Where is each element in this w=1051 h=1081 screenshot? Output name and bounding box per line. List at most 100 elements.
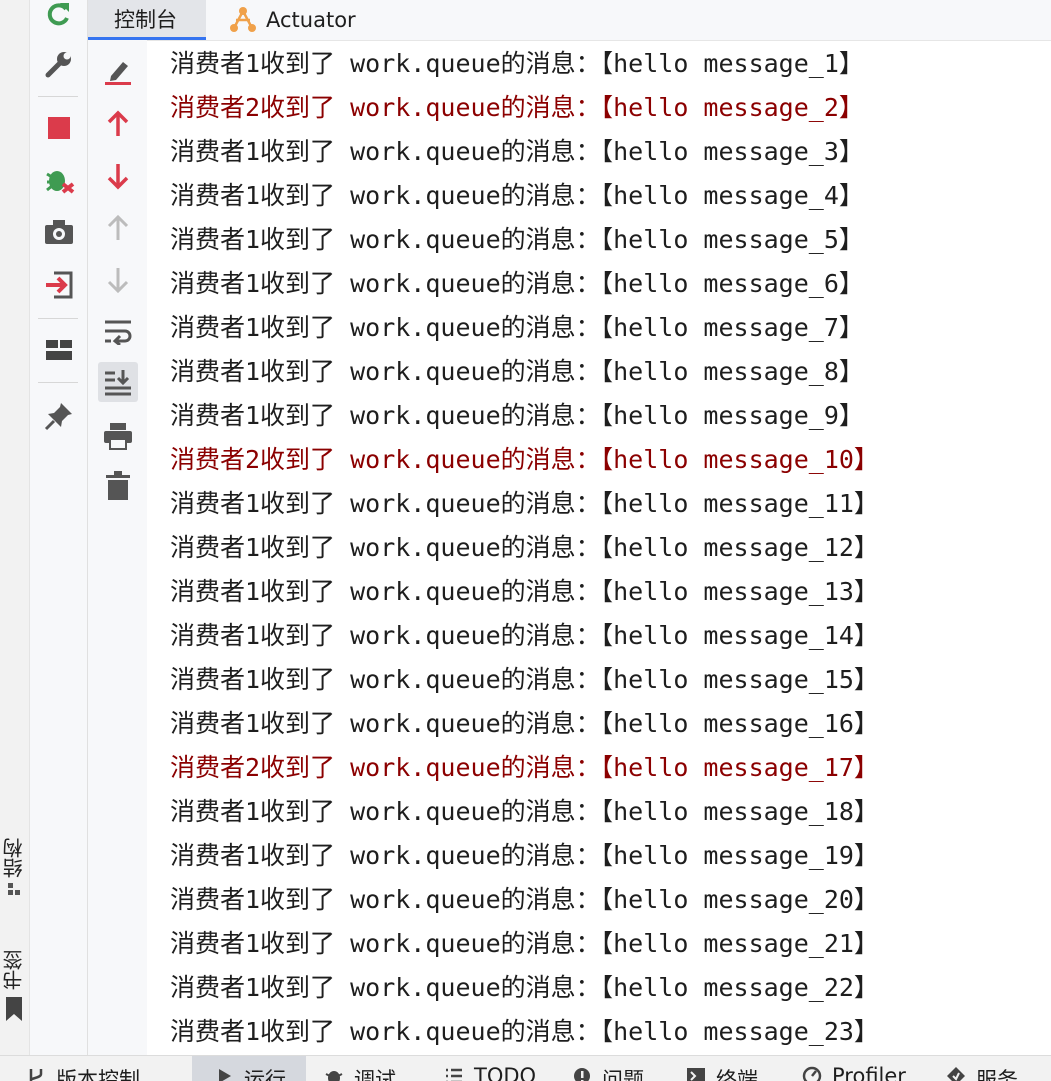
up-stack-button (98, 208, 138, 248)
console-line: 消费者2收到了 work.queue的消息：【hello message_10】 (170, 445, 879, 474)
down-arrow-disabled-icon (107, 268, 128, 294)
console-line: 消费者1收到了 work.queue的消息：【hello message_21】 (170, 929, 879, 958)
console-line: 消费者1收到了 work.queue的消息：【hello message_15】 (170, 665, 879, 694)
bottom-tab[interactable]: 运行 (192, 1056, 306, 1081)
console-line: 消费者1收到了 work.queue的消息：【hello message_19】 (170, 841, 879, 870)
terminal-icon (687, 1068, 705, 1081)
next-occurrence-button[interactable] (98, 156, 138, 196)
stop-icon (47, 117, 70, 139)
console-toolbar (88, 40, 147, 1055)
console-line: 消费者2收到了 work.queue的消息：【hello message_2】 (170, 93, 864, 122)
console-line: 消费者1收到了 work.queue的消息：【hello message_7】 (170, 313, 864, 342)
bottom-tab[interactable]: Profiler (796, 1056, 930, 1081)
clear-all-button[interactable] (98, 466, 138, 506)
toolbar-divider (38, 382, 78, 383)
down-stack-button (98, 260, 138, 300)
bottom-tab-label: 问题 (602, 1068, 644, 1081)
console-line: 消费者1收到了 work.queue的消息：【hello message_16】 (170, 709, 879, 738)
console-line: 消费者1收到了 work.queue的消息：【hello message_1】 (170, 49, 864, 78)
console-line: 消费者1收到了 work.queue的消息：【hello message_20】 (170, 885, 879, 914)
layout-icon (45, 340, 72, 360)
run-icon (219, 1069, 231, 1081)
trash-icon (105, 471, 130, 500)
stop-button[interactable] (39, 108, 79, 148)
bottom-tab-label: 调试 (354, 1068, 396, 1081)
bottom-tab[interactable]: 调试 (318, 1056, 428, 1081)
clear-edit-icon (104, 62, 131, 85)
toolbar-divider (38, 96, 78, 97)
print-icon (103, 423, 132, 450)
console-line: 消费者1收到了 work.queue的消息：【hello message_8】 (170, 357, 864, 386)
bookmarks-tab[interactable]: 书签 (0, 950, 28, 1022)
toolbar-divider (38, 318, 78, 319)
bottom-tab[interactable]: TODO (438, 1056, 556, 1081)
tab-actuator[interactable]: Actuator (210, 0, 380, 40)
bottom-tab-label: Profiler (832, 1064, 906, 1081)
console-line: 消费者1收到了 work.queue的消息：【hello message_18】 (170, 797, 879, 826)
bug-icon (325, 1071, 343, 1081)
console-line: 消费者1收到了 work.queue的消息：【hello message_9】 (170, 401, 864, 430)
settings-button[interactable] (39, 44, 79, 84)
soft-wrap-button[interactable] (98, 312, 138, 352)
rerun-icon (47, 3, 69, 26)
console-line: 消费者1收到了 work.queue的消息：【hello message_13】 (170, 577, 879, 606)
up-arrow-disabled-icon (107, 214, 128, 240)
bottom-tab[interactable]: 服务 (940, 1056, 1051, 1081)
pin-icon (44, 403, 72, 431)
bottom-tab-label: 终端 (716, 1068, 758, 1081)
bottom-tab-label: 服务 (976, 1068, 1018, 1081)
bottom-tab-label: TODO (474, 1064, 537, 1081)
bottom-tab[interactable]: 终端 (680, 1056, 786, 1081)
tab-console-label: 控制台 (114, 7, 177, 32)
bottom-tab[interactable]: 问题 (566, 1056, 670, 1081)
structure-tab[interactable]: 结构 (0, 838, 28, 896)
todo-icon (446, 1068, 462, 1081)
debug-icon (45, 171, 74, 194)
pin-button[interactable] (39, 396, 79, 436)
left-tool-stripe: 结构 书签 (0, 0, 30, 1055)
console-line: 消费者1收到了 work.queue的消息：【hello message_23】 (170, 1017, 879, 1046)
problems-icon (574, 1068, 590, 1081)
services-icon (947, 1067, 965, 1081)
structure-icon (8, 883, 20, 895)
console-line: 消费者1收到了 work.queue的消息：【hello message_6】 (170, 269, 864, 298)
bottom-tab[interactable]: 版本控制 (20, 1056, 180, 1081)
run-tool-window: 结构 书签 控制台 Actuator 消费者1收到了 work.queue的消息… (0, 0, 1051, 1081)
branch-icon (29, 1069, 43, 1081)
exit-icon (45, 271, 72, 299)
bottom-tab-label: 运行 (244, 1068, 286, 1081)
structure-tab-label: 结构 (2, 838, 26, 878)
console-line: 消费者1收到了 work.queue的消息：【hello message_22】 (170, 973, 879, 1002)
console-line: 消费者1收到了 work.queue的消息：【hello message_14】 (170, 621, 879, 650)
dump-threads-button[interactable] (39, 212, 79, 252)
up-arrow-icon (107, 110, 128, 136)
bookmarks-tab-label: 书签 (2, 950, 26, 990)
console-line: 消费者1收到了 work.queue的消息：【hello message_12】 (170, 533, 879, 562)
layout-button[interactable] (39, 330, 79, 370)
tab-actuator-label: Actuator (266, 8, 356, 32)
console-line: 消费者1收到了 work.queue的消息：【hello message_5】 (170, 225, 864, 254)
debug-button[interactable] (39, 160, 79, 200)
down-arrow-icon (107, 164, 128, 190)
actuator-icon (230, 7, 256, 32)
bookmark-icon (6, 997, 22, 1021)
console-line: 消费者1收到了 work.queue的消息：【hello message_3】 (170, 137, 864, 166)
exit-button[interactable] (39, 265, 79, 305)
print-button[interactable] (98, 416, 138, 456)
bottom-tab-label: 版本控制 (56, 1068, 140, 1081)
profiler-icon (802, 1066, 822, 1081)
camera-icon (44, 220, 73, 244)
tab-console[interactable]: 控制台 (88, 0, 206, 40)
console-line: 消费者1收到了 work.queue的消息：【hello message_11】 (170, 489, 879, 518)
rerun-button[interactable] (39, 0, 79, 34)
run-action-toolbar (30, 0, 88, 1055)
console-line: 消费者1收到了 work.queue的消息：【hello message_4】 (170, 181, 864, 210)
console-output[interactable]: 消费者1收到了 work.queue的消息：【hello message_1】消… (148, 42, 1051, 1055)
soft-wrap-icon (104, 320, 131, 345)
previous-occurrence-button[interactable] (98, 104, 138, 144)
scroll-to-end-button[interactable] (97, 362, 138, 402)
scroll-to-end-icon (104, 370, 131, 396)
tab-bar: 控制台 Actuator (88, 0, 1051, 41)
clear-and-edit-button[interactable] (98, 52, 138, 92)
wrench-icon (45, 52, 71, 78)
